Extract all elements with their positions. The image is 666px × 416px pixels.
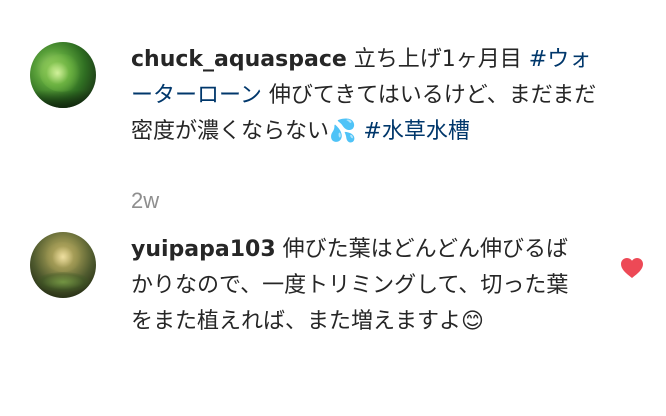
author-avatar[interactable] <box>30 42 96 108</box>
hashtag-link-2[interactable]: #水草水槽 <box>363 119 469 144</box>
author-username[interactable]: chuck_aquaspace <box>131 47 347 72</box>
smiling-face-emoji: 😊 <box>461 309 484 334</box>
sweat-droplets-emoji: 💦 <box>329 119 357 144</box>
post-timestamp[interactable]: 2w <box>131 188 159 214</box>
commenter-avatar[interactable] <box>30 232 96 298</box>
comment-text-block: yuipapa103 伸びた葉はどんどん伸びるばかりなので、一度トリミングして、… <box>131 232 581 340</box>
post-caption: chuck_aquaspace 立ち上げ1ヶ月目 #ウォーターローン 伸びてきて… <box>131 42 611 150</box>
heart-icon-svg <box>621 258 643 278</box>
caption-text-1: 立ち上げ1ヶ月目 <box>346 47 529 72</box>
comment: yuipapa103 伸びた葉はどんどん伸びるばかりなので、一度トリミングして、… <box>30 232 650 340</box>
post-caption-block: chuck_aquaspace 立ち上げ1ヶ月目 #ウォーターローン 伸びてきて… <box>30 42 650 150</box>
heart-icon[interactable] <box>620 257 644 279</box>
commenter-username[interactable]: yuipapa103 <box>131 237 276 262</box>
